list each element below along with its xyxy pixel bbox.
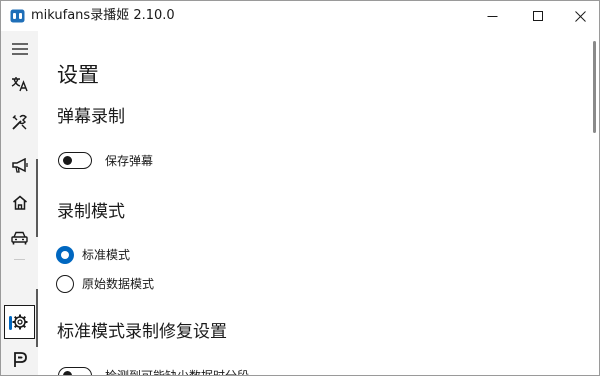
window-title: mikufans录播姬 2.10.0 bbox=[31, 8, 175, 23]
title-bar[interactable]: mikufans录播姬 2.10.0 bbox=[1, 1, 599, 31]
logo-p-icon bbox=[14, 351, 27, 367]
raw-data-mode-radio[interactable] bbox=[56, 275, 74, 293]
nav-rail bbox=[1, 31, 38, 375]
minimize-button[interactable] bbox=[469, 1, 515, 31]
standard-mode-radio[interactable] bbox=[56, 246, 74, 264]
save-danmaku-toggle[interactable] bbox=[58, 152, 92, 169]
nav-item-announcements[interactable] bbox=[3, 149, 36, 181]
nav-divider bbox=[14, 259, 25, 260]
car-icon bbox=[11, 231, 28, 245]
nav-item-rooms[interactable] bbox=[3, 222, 36, 254]
split-on-missing-data-toggle[interactable] bbox=[58, 367, 92, 375]
toggle-knob bbox=[63, 371, 72, 375]
radio-dot bbox=[61, 251, 69, 259]
save-danmaku-label: 保存弹幕 bbox=[105, 154, 154, 168]
minimize-icon bbox=[487, 15, 497, 17]
toggle-knob bbox=[63, 156, 72, 165]
app-window: mikufans录播姬 2.10.0 设置 弹幕录制 保存弹幕 录制模式 标准模… bbox=[0, 0, 600, 376]
tools-icon bbox=[12, 114, 27, 130]
home-icon bbox=[12, 195, 27, 210]
split-on-missing-data-label: 检测到可能缺少数据时分段 bbox=[105, 369, 250, 376]
hamburger-menu-icon bbox=[11, 43, 28, 55]
standard-mode-label: 标准模式 bbox=[82, 248, 131, 262]
maximize-icon bbox=[532, 10, 543, 21]
selection-indicator bbox=[9, 316, 12, 330]
nav-item-about[interactable] bbox=[3, 343, 36, 375]
nav-item-tools[interactable] bbox=[3, 106, 36, 138]
danmaku-section-header: 弹幕录制 bbox=[57, 107, 125, 127]
gear-icon bbox=[12, 314, 27, 330]
translate-icon bbox=[11, 77, 28, 92]
close-icon bbox=[574, 10, 586, 22]
record-mode-section-header: 录制模式 bbox=[57, 202, 125, 222]
app-logo-icon bbox=[10, 9, 25, 23]
raw-data-mode-label: 原始数据模式 bbox=[82, 277, 155, 291]
nav-item-home[interactable] bbox=[3, 186, 36, 218]
nav-item-translate[interactable] bbox=[3, 68, 36, 100]
repair-section-header: 标准模式录制修复设置 bbox=[57, 322, 227, 342]
nav-item-menu[interactable] bbox=[3, 33, 36, 65]
content-scrollbar[interactable] bbox=[593, 41, 596, 133]
nav-item-settings[interactable] bbox=[4, 305, 35, 339]
maximize-button[interactable] bbox=[515, 1, 561, 31]
settings-page: 设置 弹幕录制 保存弹幕 录制模式 标准模式 原始数据模式 标准模式录制修复设置… bbox=[38, 31, 599, 375]
close-button[interactable] bbox=[557, 1, 599, 31]
megaphone-icon bbox=[11, 157, 28, 173]
page-title: 设置 bbox=[57, 63, 99, 87]
